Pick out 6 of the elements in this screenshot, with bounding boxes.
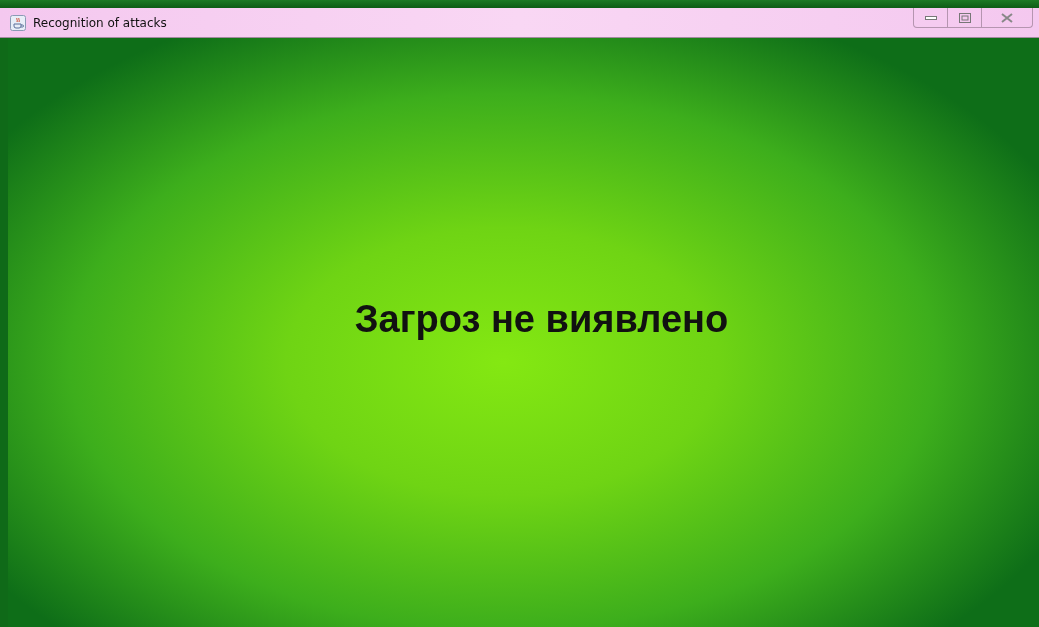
status-message: Загроз не виявлено [354, 298, 729, 341]
minimize-icon [924, 14, 937, 21]
maximize-icon [958, 12, 971, 23]
java-cup-icon [10, 14, 26, 31]
close-icon [1001, 12, 1013, 23]
window-title: Recognition of attacks [33, 15, 167, 30]
